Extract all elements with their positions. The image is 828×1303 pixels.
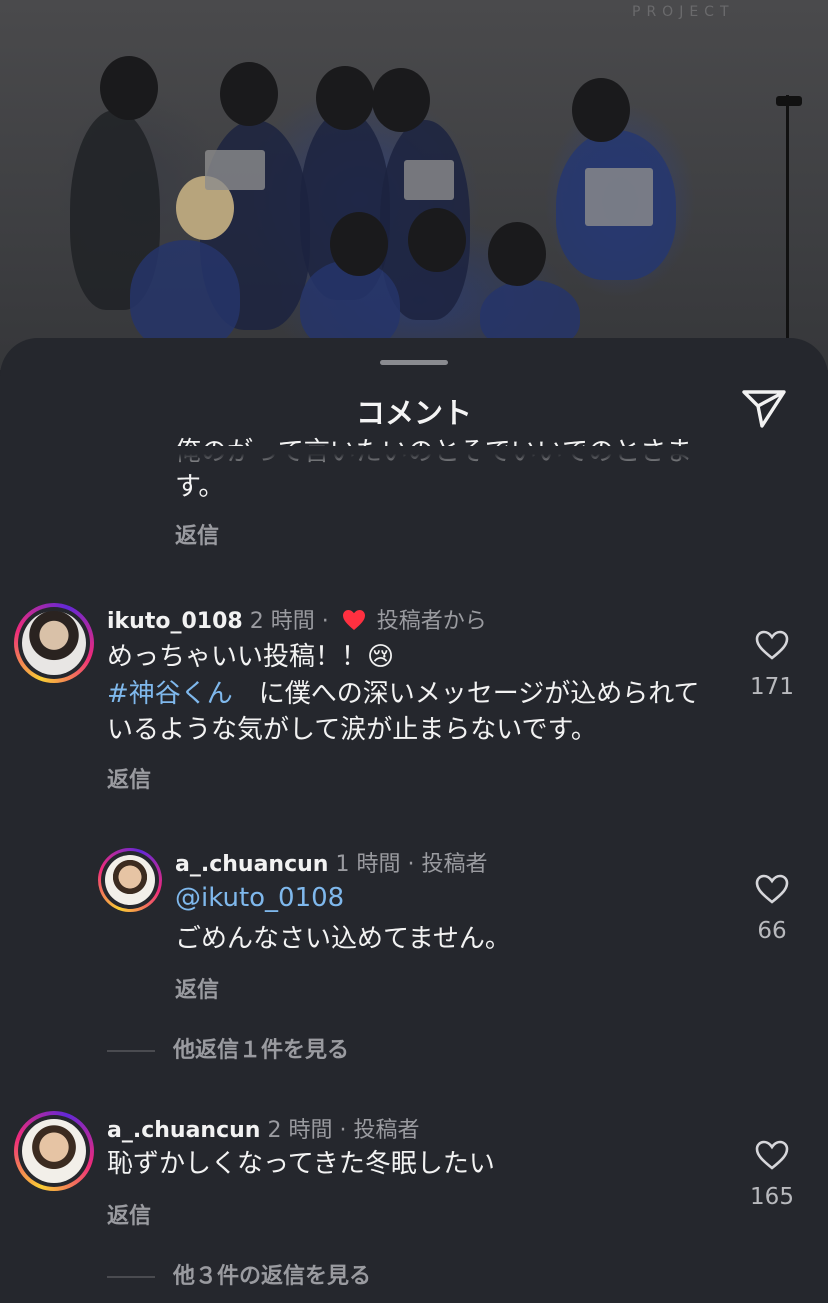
like-column: 66 bbox=[742, 874, 802, 944]
like-count: 171 bbox=[750, 674, 794, 700]
meta-separator: · bbox=[321, 609, 329, 634]
divider-line bbox=[107, 1276, 155, 1278]
heart-filled-icon bbox=[342, 610, 365, 630]
reply-button[interactable]: 返信 bbox=[175, 518, 219, 550]
heart-outline-icon[interactable] bbox=[755, 630, 789, 660]
photo-watermark: PROJECT bbox=[632, 4, 735, 20]
comment-text-line1: めっちゃいい投稿！！😢 bbox=[107, 642, 395, 672]
like-count: 165 bbox=[750, 1184, 794, 1210]
avatar[interactable] bbox=[14, 1111, 94, 1191]
author-badge: 投稿者 bbox=[353, 1118, 420, 1143]
view-more-label: 他返信１件を見る bbox=[173, 1038, 350, 1063]
header-fade bbox=[0, 446, 828, 472]
comment-username[interactable]: ikuto_0108 bbox=[107, 609, 243, 634]
comment-text-line3: いるような気がして涙が止まらないです。 bbox=[107, 715, 597, 745]
view-more-label: 他３件の返信を見る bbox=[173, 1264, 372, 1289]
meta-separator: · bbox=[339, 1118, 347, 1143]
comment-text: ごめんなさい込めてません。 bbox=[175, 924, 511, 954]
comment-time: 2 時間 bbox=[267, 1118, 333, 1143]
meta-separator: · bbox=[407, 852, 415, 877]
heart-outline-icon[interactable] bbox=[755, 874, 789, 904]
view-more-replies-button[interactable]: 他返信１件を見る bbox=[107, 1032, 349, 1064]
like-column: 171 bbox=[742, 630, 802, 700]
reply-button[interactable]: 返信 bbox=[175, 972, 219, 1004]
comment-text: 恥ずかしくなってきた冬眠したい bbox=[107, 1149, 495, 1179]
comment-time: 2 時間 bbox=[249, 609, 315, 634]
comment-meta: a_.chuancun 2 時間 · 投稿者 bbox=[107, 1112, 419, 1144]
comment-meta: ikuto_0108 2 時間 · 投稿者から bbox=[107, 603, 487, 635]
like-column: 165 bbox=[742, 1140, 802, 1210]
sheet-grabber[interactable] bbox=[380, 360, 448, 365]
send-icon[interactable] bbox=[740, 386, 788, 430]
truncated-comment-line2: す。 bbox=[175, 472, 225, 502]
view-more-replies-button[interactable]: 他３件の返信を見る bbox=[107, 1258, 371, 1290]
comment-time: 1 時間 bbox=[335, 852, 401, 877]
post-photo-background: PROJECT bbox=[0, 0, 828, 370]
heart-outline-icon[interactable] bbox=[755, 1140, 789, 1170]
avatar[interactable] bbox=[98, 848, 162, 912]
avatar[interactable] bbox=[14, 603, 94, 683]
comments-sheet: コメント 俺のがって言いたいのとそでいいでのとさま す。 返信 ikuto_01… bbox=[0, 338, 828, 1303]
comment-meta: a_.chuancun 1 時間 · 投稿者 bbox=[175, 846, 487, 878]
hashtag-link[interactable]: #神谷くん bbox=[107, 679, 233, 709]
divider-line bbox=[107, 1050, 155, 1052]
like-count: 66 bbox=[757, 918, 787, 944]
comment-username[interactable]: a_.chuancun bbox=[107, 1118, 260, 1143]
comment-text: に僕への深いメッセージが込められて bbox=[232, 679, 700, 709]
sheet-title: コメント bbox=[355, 396, 472, 430]
reply-button[interactable]: 返信 bbox=[107, 1198, 151, 1230]
reply-button: 返信 bbox=[107, 768, 152, 793]
comment-username[interactable]: a_.chuancun bbox=[175, 852, 328, 877]
comment-text-line2: #神谷くん に僕への深いメッセージが込められて bbox=[107, 676, 700, 712]
author-badge: 投稿者から bbox=[376, 609, 487, 634]
author-badge: 投稿者 bbox=[421, 852, 488, 877]
mention-link[interactable]: @ikuto_0108 bbox=[175, 880, 344, 916]
